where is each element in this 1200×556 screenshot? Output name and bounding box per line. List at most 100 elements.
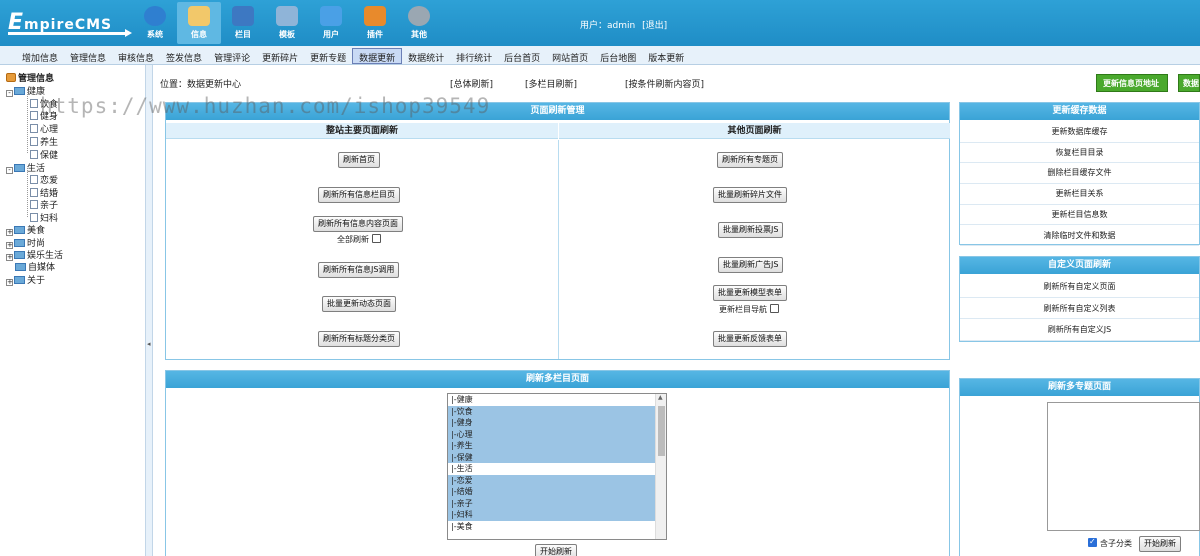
submenu-item-0[interactable]: 增加信息 (16, 48, 64, 64)
batch-refresh-fragments-button[interactable]: 批量刷新碎片文件 (713, 187, 787, 203)
tree-item[interactable]: 心理 (30, 122, 58, 135)
refresh-all-topics-button[interactable]: 刷新所有专题页 (717, 152, 783, 168)
tree-item[interactable]: + 娱乐生活 (6, 248, 63, 261)
tree-root[interactable]: 管理信息 (6, 71, 54, 84)
nav-item-4[interactable]: 用户 (309, 2, 353, 44)
cond-refresh-link[interactable]: [按条件刷新内容页] (625, 77, 704, 90)
list-item[interactable]: |-健身 (448, 417, 666, 429)
folder-icon (232, 6, 254, 26)
logout-link[interactable]: [退出] (642, 21, 667, 31)
cache-panel-link-0[interactable]: 更新数据库缓存 (960, 122, 1199, 143)
topic-select-box[interactable] (1047, 402, 1200, 531)
cache-panel-link-2[interactable]: 删除栏目缓存文件 (960, 163, 1199, 185)
list-item[interactable]: |-心理 (448, 428, 666, 440)
refresh-all-column-pages-button[interactable]: 刷新所有信息栏目页 (318, 187, 400, 203)
nav-item-2[interactable]: 栏目 (221, 2, 265, 44)
submenu-item-5[interactable]: 更新碎片 (256, 48, 304, 64)
cache-panel-link-1[interactable]: 恢复栏目目录 (960, 143, 1199, 164)
refresh-info-js-button[interactable]: 刷新所有信息JS调用 (318, 262, 400, 278)
nav-item-0[interactable]: 系统 (133, 2, 177, 44)
tree-item[interactable]: + 关于 (6, 273, 45, 286)
refresh-all-content-pages-button[interactable]: 刷新所有信息内容页面 (313, 216, 403, 232)
list-item[interactable]: |-养生 (448, 440, 666, 452)
custom-panel-link-0[interactable]: 刷新所有自定义页面 (960, 276, 1199, 298)
page-icon (30, 213, 38, 222)
submenu-item-4[interactable]: 管理评论 (208, 48, 256, 64)
submenu-item-10[interactable]: 后台首页 (498, 48, 546, 64)
data-button[interactable]: 数据 (1178, 74, 1200, 92)
submenu-item-6[interactable]: 更新专题 (304, 48, 352, 64)
submenu-item-3[interactable]: 签发信息 (160, 48, 208, 64)
batch-refresh-vote-js-button[interactable]: 批量刷新投票JS (718, 222, 784, 238)
expand-toggle-icon[interactable]: - (6, 167, 13, 174)
expand-toggle-icon[interactable]: + (6, 229, 13, 236)
submenu-item-12[interactable]: 后台地图 (594, 48, 642, 64)
list-item[interactable]: |-美食 (448, 521, 666, 533)
page-icon (30, 175, 38, 184)
expand-toggle-icon[interactable]: + (6, 279, 13, 286)
submenu-item-1[interactable]: 管理信息 (64, 48, 112, 64)
submenu-item-9[interactable]: 排行统计 (450, 48, 498, 64)
update-info-address-button[interactable]: 更新信息页地址 (1096, 74, 1168, 92)
start-refresh-topics-button[interactable]: 开始刷新 (1139, 536, 1181, 552)
tree-item[interactable]: + 美食 (6, 223, 45, 236)
submenu-item-2[interactable]: 审核信息 (112, 48, 160, 64)
expand-toggle-icon[interactable]: + (6, 254, 13, 261)
list-item[interactable]: |-亲子 (448, 497, 666, 509)
submenu-item-11[interactable]: 网站首页 (546, 48, 594, 64)
list-item[interactable]: |-健康 (448, 394, 666, 406)
nav-item-6[interactable]: 其他 (397, 2, 441, 44)
include-subclass-checkbox[interactable]: 含子分类 (1088, 537, 1132, 549)
column-select-list[interactable]: |-健康 |-饮食 |-健身 |-心理 |-养生 |-保健 |-生活 |-恋爱 |-结婚 |-亲子… (447, 393, 667, 540)
expand-toggle-icon[interactable]: - (6, 90, 13, 97)
refresh-home-button[interactable]: 刷新首页 (338, 152, 380, 168)
cache-panel-link-4[interactable]: 更新栏目信息数 (960, 205, 1199, 226)
start-refresh-columns-button[interactable]: 开始刷新 (535, 544, 577, 556)
scroll-up-icon[interactable]: ▲ (658, 394, 663, 401)
update-nav-checkbox[interactable]: 更新栏目导航 (719, 304, 779, 315)
list-item[interactable]: |-饮食 (448, 405, 666, 417)
nav-item-3[interactable]: 模板 (265, 2, 309, 44)
list-item[interactable]: |-生活 (448, 463, 666, 475)
submenu-item-7[interactable]: 数据更新 (352, 48, 403, 64)
tree-item[interactable]: 保健 (30, 148, 58, 161)
list-scrollbar[interactable]: ▲ (655, 394, 666, 539)
page-icon (30, 124, 38, 133)
all-refresh-checkbox[interactable]: 全部刷新 (337, 234, 381, 245)
custom-panel-link-1[interactable]: 刷新所有自定义列表 (960, 298, 1199, 319)
batch-update-feedback-form-button[interactable]: 批量更新反馈表单 (713, 331, 787, 347)
all-refresh-link[interactable]: [总体刷新] (450, 77, 493, 90)
list-item[interactable]: |-保健 (448, 451, 666, 463)
breadcrumb-link[interactable]: 数据更新中心 (187, 80, 241, 90)
tree-item[interactable]: 自媒体 (15, 260, 55, 273)
multi-refresh-link[interactable]: [多栏目刷新] (525, 77, 577, 90)
tree-item[interactable]: 结婚 (30, 186, 58, 199)
tree-item[interactable]: 妇科 (30, 211, 58, 224)
checkbox-icon[interactable] (770, 304, 779, 313)
logo-arrow-icon (8, 29, 132, 37)
scroll-thumb[interactable] (658, 406, 665, 456)
tree-item[interactable]: - 生活 (6, 161, 45, 174)
tree-item[interactable]: 亲子 (30, 198, 58, 211)
nav-item-5[interactable]: 插件 (353, 2, 397, 44)
cache-panel-link-5[interactable]: 清除临时文件和数据 (960, 226, 1199, 247)
cache-panel-link-3[interactable]: 更新栏目关系 (960, 184, 1199, 205)
batch-refresh-ad-js-button[interactable]: 批量刷新广告JS (718, 257, 784, 273)
custom-panel-link-2[interactable]: 刷新所有自定义JS (960, 319, 1199, 341)
empirecms-logo[interactable]: EmpireCMS (8, 10, 133, 37)
tree-item[interactable]: 养生 (30, 135, 58, 148)
list-item[interactable]: |-结婚 (448, 486, 666, 498)
checkbox-checked-icon[interactable] (1088, 537, 1097, 547)
list-item[interactable]: |-恋爱 (448, 474, 666, 486)
sidebar-toggle[interactable]: ◂ (145, 65, 153, 556)
checkbox-icon[interactable] (372, 234, 381, 243)
nav-item-1[interactable]: 信息 (177, 2, 221, 44)
tree-item[interactable]: + 时尚 (6, 236, 45, 249)
refresh-title-class-button[interactable]: 刷新所有标题分类页 (318, 331, 400, 347)
list-item[interactable]: |-妇科 (448, 509, 666, 521)
batch-update-model-form-button[interactable]: 批量更新模型表单 (713, 285, 787, 301)
batch-update-dynamic-button[interactable]: 批量更新动态页面 (322, 296, 396, 312)
submenu-item-13[interactable]: 版本更新 (642, 48, 690, 64)
submenu-item-8[interactable]: 数据统计 (402, 48, 450, 64)
tree-item[interactable]: 恋爱 (30, 173, 58, 186)
